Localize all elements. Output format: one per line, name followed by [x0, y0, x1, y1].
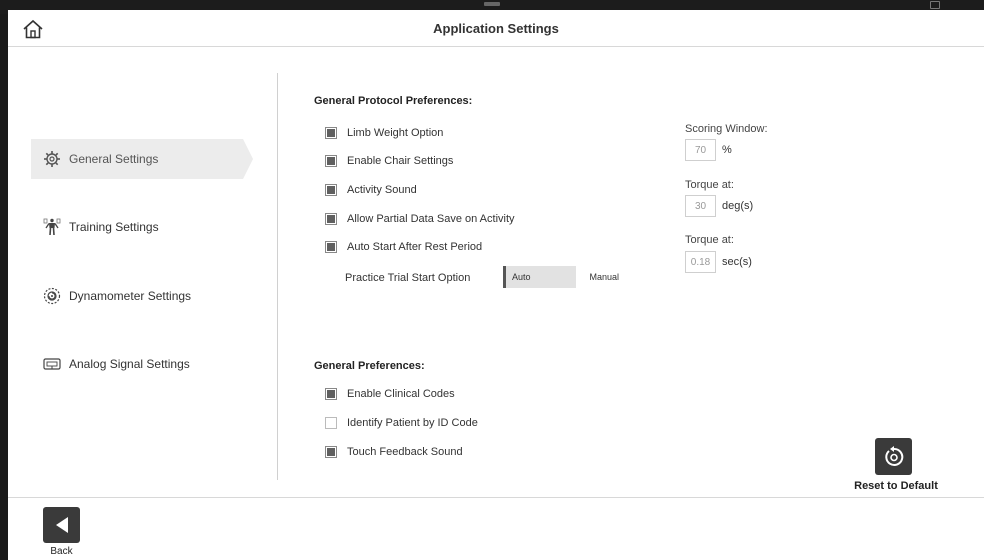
sidebar-item-dynamometer-settings[interactable]: Dynamometer Settings [31, 276, 191, 316]
checkbox-box[interactable] [325, 417, 337, 429]
checkbox-touch-feedback-sound[interactable]: Touch Feedback Sound [325, 446, 463, 458]
back-button[interactable] [43, 507, 80, 543]
section-heading-general: General Preferences: [314, 360, 425, 372]
sidebar-item-analog-signal-settings[interactable]: Analog Signal Settings [31, 344, 190, 384]
sidebar-item-general-settings[interactable]: General Settings [31, 139, 158, 179]
checkbox-identify-patient-by-id[interactable]: Identify Patient by ID Code [325, 417, 478, 429]
sidebar-item-label: Dynamometer Settings [69, 289, 192, 303]
torque-angle-unit: deg(s) [722, 200, 754, 212]
sidebar-item-label: Analog Signal Settings [69, 357, 190, 371]
app-window: Application Settings General Settings Tr… [8, 10, 984, 560]
checkbox-box[interactable] [325, 388, 337, 400]
checkbox-activity-sound[interactable]: Activity Sound [325, 184, 417, 196]
checkbox-limb-weight-option[interactable]: Limb Weight Option [325, 127, 443, 139]
gear-icon [43, 150, 61, 168]
checkbox-label: Limb Weight Option [347, 127, 444, 139]
practice-trial-manual-option[interactable]: Manual [576, 266, 621, 288]
bezel-indicator [930, 1, 940, 9]
checkbox-label: Activity Sound [347, 184, 417, 196]
checkbox-label: Enable Chair Settings [347, 155, 454, 167]
checkbox-enable-clinical-codes[interactable]: Enable Clinical Codes [325, 388, 455, 400]
back-label[interactable]: Back [43, 546, 80, 557]
checkbox-box[interactable] [325, 213, 337, 225]
scoring-window-label: Scoring Window: [685, 123, 768, 135]
checkbox-box[interactable] [325, 155, 337, 167]
checkbox-label: Enable Clinical Codes [347, 388, 455, 400]
checkbox-box[interactable] [325, 241, 337, 253]
title-bar: Application Settings [8, 10, 984, 47]
reset-icon [884, 445, 903, 466]
torque-angle-label: Torque at: [685, 179, 734, 191]
checkbox-label: Touch Feedback Sound [347, 446, 463, 458]
sidebar-item-label: General Settings [69, 152, 159, 166]
page-title: Application Settings [433, 21, 559, 36]
signal-device-icon [43, 355, 61, 373]
torque-angle-input[interactable]: 30 [685, 195, 716, 217]
checkbox-label: Auto Start After Rest Period [347, 241, 483, 253]
torque-time-label: Torque at: [685, 234, 734, 246]
scoring-window-unit: % [722, 144, 732, 156]
practice-trial-toggle[interactable]: Auto Manual [503, 266, 621, 288]
practice-trial-label: Practice Trial Start Option [345, 272, 471, 284]
body-figure-icon [43, 218, 61, 236]
sidebar-item-training-settings[interactable]: Training Settings [31, 207, 159, 247]
reset-to-default-button[interactable] [875, 438, 912, 475]
checkbox-auto-start-after-rest[interactable]: Auto Start After Rest Period [325, 241, 482, 253]
reset-to-default-label[interactable]: Reset to Default [840, 480, 952, 492]
footer-divider [8, 497, 984, 498]
home-icon[interactable] [22, 19, 44, 39]
scoring-window-input[interactable]: 70 [685, 139, 716, 161]
sidebar-divider [277, 73, 278, 480]
dynamometer-icon [43, 287, 61, 305]
bezel-notch [484, 2, 500, 6]
torque-time-input[interactable]: 0.18 [685, 251, 716, 273]
checkbox-box[interactable] [325, 184, 337, 196]
checkbox-enable-chair-settings[interactable]: Enable Chair Settings [325, 155, 453, 167]
checkbox-box[interactable] [325, 446, 337, 458]
practice-trial-auto-option[interactable]: Auto [503, 266, 576, 288]
checkbox-label: Allow Partial Data Save on Activity [347, 213, 515, 225]
section-heading-protocol: General Protocol Preferences: [314, 95, 473, 107]
torque-time-unit: sec(s) [722, 256, 752, 268]
checkbox-label: Identify Patient by ID Code [347, 417, 478, 429]
checkbox-box[interactable] [325, 127, 337, 139]
sidebar-item-label: Training Settings [69, 220, 159, 234]
checkbox-allow-partial-data-save[interactable]: Allow Partial Data Save on Activity [325, 213, 515, 225]
back-arrow-icon [55, 517, 68, 533]
